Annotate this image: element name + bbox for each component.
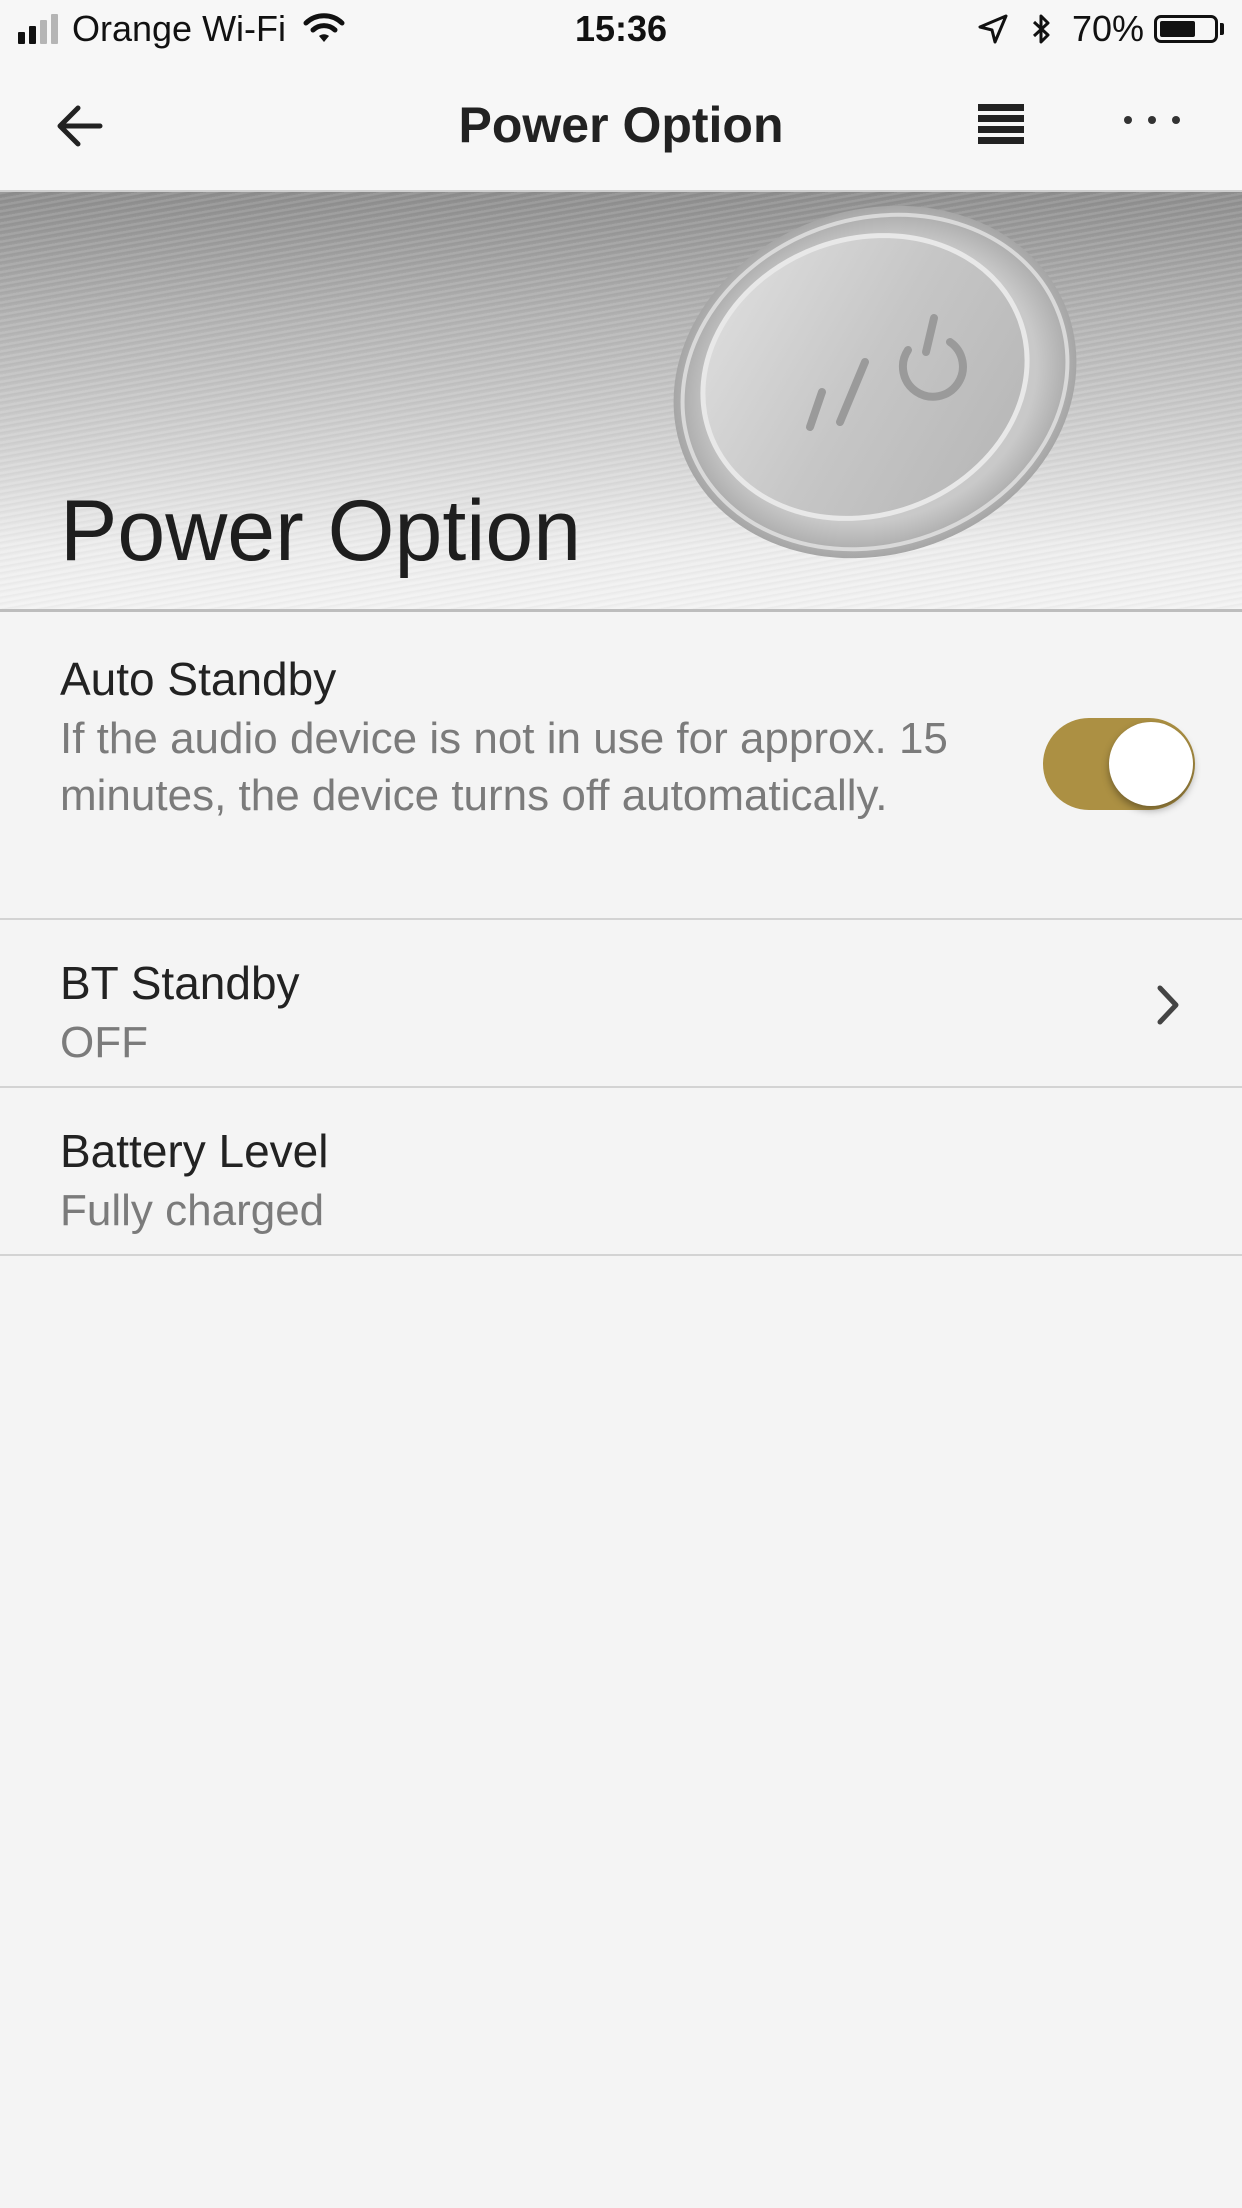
queue-list-icon[interactable] xyxy=(978,104,1024,146)
status-bar: Orange Wi-Fi 15:36 70% xyxy=(0,0,1242,60)
battery-tip xyxy=(1220,23,1224,35)
app-bar: Power Option xyxy=(0,60,1242,192)
page-title: Power Option xyxy=(458,97,784,153)
auto-standby-label: Auto Standby xyxy=(60,653,337,705)
hero-banner: Power Option xyxy=(0,192,1242,612)
chevron-right-icon xyxy=(1157,985,1179,1025)
settings-list: Auto Standby If the audio device is not … xyxy=(0,612,1242,1256)
toggle-knob xyxy=(1109,722,1193,806)
bt-standby-value: OFF xyxy=(60,1018,148,1067)
location-arrow-icon xyxy=(978,14,1008,44)
auto-standby-row: Auto Standby If the audio device is not … xyxy=(0,612,1242,920)
hero-title: Power Option xyxy=(60,483,582,579)
battery-level-label: Battery Level xyxy=(60,1125,329,1177)
power-button-icon xyxy=(673,205,1077,559)
bluetooth-icon xyxy=(1032,14,1050,44)
battery-icon xyxy=(1154,15,1218,43)
status-right: 70% xyxy=(976,8,1224,50)
battery-level-row: Battery Level Fully charged xyxy=(0,1088,1242,1256)
battery-percent: 70% xyxy=(1071,8,1144,49)
more-horizontal-icon[interactable] xyxy=(1124,116,1180,130)
bt-standby-row[interactable]: BT Standby OFF xyxy=(0,920,1242,1088)
bt-standby-label: BT Standby xyxy=(60,957,300,1009)
auto-standby-toggle[interactable] xyxy=(1043,718,1195,810)
auto-standby-description: If the audio device is not in use for ap… xyxy=(60,714,948,820)
battery-level-value: Fully charged xyxy=(60,1186,325,1235)
battery-fill xyxy=(1160,21,1195,37)
